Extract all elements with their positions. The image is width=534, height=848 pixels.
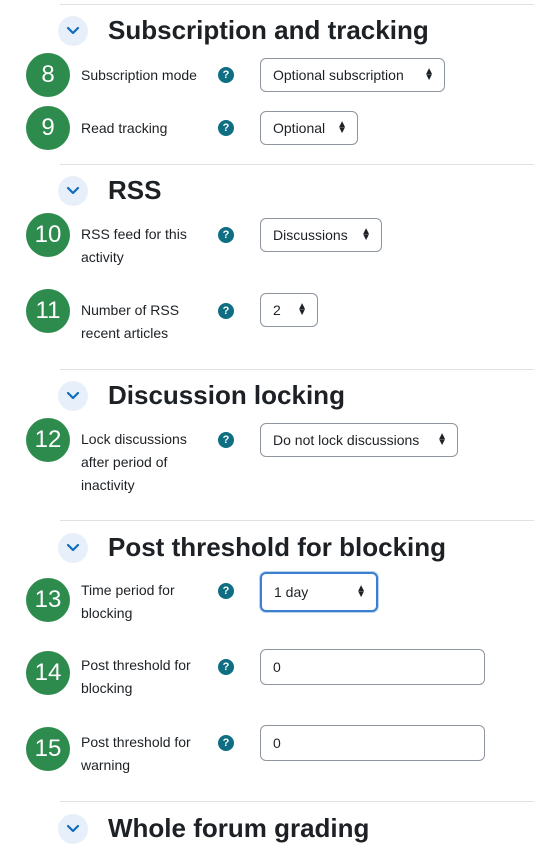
select-value: Do not lock discussions	[273, 432, 420, 448]
chevron-down-icon[interactable]	[58, 813, 88, 844]
section-title: Whole forum grading	[108, 813, 370, 843]
subscription-mode-select[interactable]: Optional subscription ▲ ▼	[260, 58, 445, 92]
help-circle-icon[interactable]: ?	[218, 227, 234, 243]
time-period-select[interactable]: 1 day ▲ ▼	[260, 572, 378, 612]
chevron-down-icon[interactable]	[58, 532, 88, 563]
post-threshold-blocking-input[interactable]: 0	[260, 649, 485, 685]
section-divider	[60, 520, 534, 521]
section-divider	[60, 369, 534, 370]
step-badge: 12	[26, 418, 70, 462]
rss-articles-select[interactable]: 2 ▲ ▼	[260, 293, 318, 327]
step-badge: 9	[26, 106, 70, 150]
select-caret-icon: ▲ ▼	[356, 583, 366, 600]
section-title: Subscription and tracking	[108, 15, 429, 45]
field-label: RSS feed for this activity	[81, 226, 187, 265]
rss-feed-select[interactable]: Discussions ▲ ▼	[260, 218, 382, 252]
post-threshold-warning-input[interactable]: 0	[260, 725, 485, 761]
field-label: Time period for blocking	[81, 582, 175, 621]
field-label: Number of RSS recent articles	[81, 302, 180, 341]
step-badge: 14	[26, 651, 70, 695]
select-value: Optional	[273, 120, 326, 136]
help-circle-icon[interactable]: ?	[218, 67, 234, 83]
field-label: Subscription mode	[81, 67, 197, 83]
step-badge: 11	[26, 289, 70, 333]
select-value: 2	[273, 302, 281, 318]
step-badge: 15	[26, 727, 70, 771]
select-caret-icon: ▲ ▼	[361, 226, 371, 243]
section-header-subscription[interactable]: Subscription and tracking	[58, 15, 429, 46]
section-divider	[60, 801, 534, 802]
section-header-rss[interactable]: RSS	[58, 175, 161, 206]
select-caret-icon: ▲ ▼	[297, 301, 307, 318]
field-label: Read tracking	[81, 120, 168, 136]
help-circle-icon[interactable]: ?	[218, 303, 234, 319]
help-circle-icon[interactable]: ?	[218, 120, 234, 136]
chevron-down-icon[interactable]	[58, 15, 88, 46]
help-circle-icon[interactable]: ?	[218, 735, 234, 751]
section-header-grading[interactable]: Whole forum grading	[58, 813, 369, 844]
read-tracking-select[interactable]: Optional ▲ ▼	[260, 111, 358, 145]
field-label: Lock discussions after period of inactiv…	[81, 431, 187, 493]
select-value: Discussions	[273, 227, 348, 243]
step-badge: 13	[26, 578, 70, 622]
select-value: Optional subscription	[273, 67, 404, 83]
field-label: Post threshold for blocking	[81, 657, 191, 696]
section-title: Post threshold for blocking	[108, 532, 447, 562]
chevron-down-icon[interactable]	[58, 175, 88, 206]
section-divider	[60, 4, 534, 5]
select-caret-icon: ▲ ▼	[337, 119, 347, 136]
select-caret-icon: ▲ ▼	[437, 431, 447, 448]
select-value: 1 day	[274, 584, 309, 600]
section-header-locking[interactable]: Discussion locking	[58, 380, 345, 411]
section-divider	[60, 164, 534, 165]
section-title: Discussion locking	[108, 380, 345, 410]
chevron-down-icon[interactable]	[58, 380, 88, 411]
section-title: RSS	[108, 175, 162, 205]
lock-discussions-select[interactable]: Do not lock discussions ▲ ▼	[260, 423, 458, 457]
field-label: Post threshold for warning	[81, 734, 191, 773]
help-circle-icon[interactable]: ?	[218, 432, 234, 448]
step-badge: 8	[26, 53, 70, 97]
help-circle-icon[interactable]: ?	[218, 583, 234, 599]
select-caret-icon: ▲ ▼	[424, 66, 434, 83]
help-circle-icon[interactable]: ?	[218, 659, 234, 675]
section-header-blocking[interactable]: Post threshold for blocking	[58, 532, 446, 563]
step-badge: 10	[26, 213, 70, 257]
